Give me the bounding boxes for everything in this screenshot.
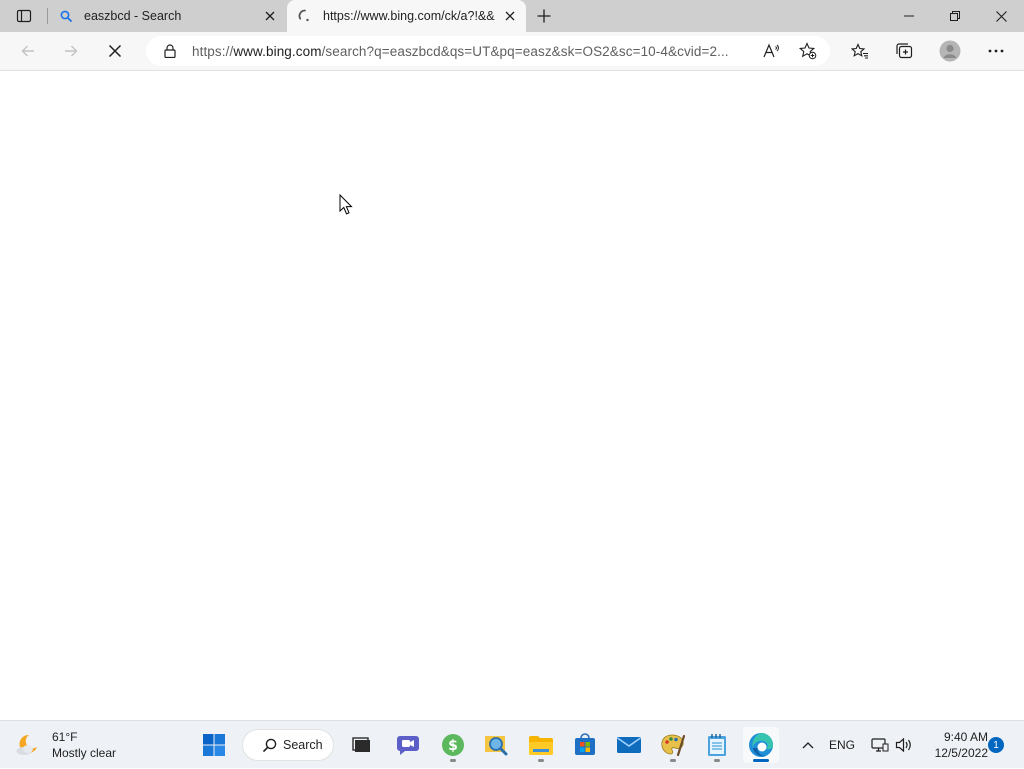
back-button[interactable]	[12, 36, 44, 66]
back-icon	[21, 45, 34, 57]
input-language-button[interactable]: ENG	[826, 721, 858, 769]
restore-button[interactable]	[932, 0, 978, 32]
start-icon	[203, 734, 225, 756]
money-app-button[interactable]: $	[435, 727, 471, 763]
plus-icon	[537, 9, 551, 23]
moon-cloud-icon	[16, 734, 37, 755]
lock-icon[interactable]	[162, 43, 178, 59]
more-button[interactable]	[980, 36, 1012, 66]
taskbar: 61°F Mostly clear Search $ ENG 9:40 AM 1…	[0, 720, 1024, 768]
network-icon	[871, 738, 889, 752]
more-icon	[988, 49, 1004, 53]
magnifier-icon	[485, 736, 508, 756]
profile-button[interactable]	[934, 36, 966, 66]
minimize-button[interactable]	[886, 0, 932, 32]
show-hidden-icons-button[interactable]	[796, 721, 820, 769]
tab-close-button[interactable]	[258, 4, 282, 28]
taskbar-search-button[interactable]: Search	[242, 729, 334, 761]
forward-icon	[65, 45, 78, 57]
page-content[interactable]	[0, 71, 1024, 720]
url-prefix: https://	[192, 43, 234, 59]
tab-title: easzbcd - Search	[84, 9, 182, 23]
speaker-icon	[895, 737, 911, 753]
edge-icon	[749, 733, 773, 757]
tab-search[interactable]: easzbcd - Search	[48, 0, 286, 32]
loading-spinner-icon	[297, 8, 313, 24]
money-icon: $	[442, 734, 464, 756]
search-icon	[263, 738, 277, 752]
store-button[interactable]	[567, 727, 603, 763]
restore-icon	[950, 11, 960, 21]
teams-chat-icon	[397, 736, 419, 755]
add-favorite-button[interactable]	[796, 39, 820, 63]
edge-taskbar-button[interactable]	[743, 727, 779, 763]
favorites-button[interactable]	[844, 36, 876, 66]
running-indicator	[714, 759, 720, 762]
stop-icon	[108, 44, 122, 58]
notepad-button[interactable]	[699, 727, 735, 763]
notepad-icon	[708, 734, 726, 756]
paint-icon	[661, 734, 686, 757]
tab-bing-redirect[interactable]: https://www.bing.com/ck/a?!&&	[287, 0, 526, 32]
file-explorer-button[interactable]	[523, 727, 559, 763]
store-icon	[575, 733, 595, 755]
teams-chat-button[interactable]	[390, 727, 426, 763]
mail-button[interactable]	[611, 727, 647, 763]
tab-actions-button[interactable]	[8, 4, 40, 28]
chevron-up-icon	[802, 742, 814, 749]
tab-strip: easzbcd - Search https://www.bing.com/ck…	[0, 0, 1024, 32]
volume-button[interactable]	[892, 721, 916, 769]
close-icon	[505, 11, 515, 21]
network-button[interactable]	[868, 721, 892, 769]
close-icon	[265, 11, 275, 21]
weather-temperature: 61°F	[52, 730, 78, 744]
weather-condition: Mostly clear	[52, 746, 117, 760]
profile-avatar-icon	[939, 40, 961, 62]
favorites-icon	[851, 43, 868, 59]
file-explorer-icon	[529, 736, 553, 755]
tab-actions-icon	[16, 9, 32, 23]
task-view-icon	[352, 737, 370, 752]
close-window-button[interactable]	[978, 0, 1024, 32]
magnifier-app-button[interactable]	[479, 727, 515, 763]
running-indicator	[450, 759, 456, 762]
read-aloud-button[interactable]	[760, 39, 784, 63]
url-host: www.bing.com	[233, 43, 322, 59]
collections-icon	[896, 43, 913, 59]
svg-text:$: $	[448, 738, 458, 754]
address-bar[interactable]: https://www.bing.com/search?q=easzbcd&qs…	[146, 36, 830, 66]
add-favorite-icon	[799, 42, 817, 60]
weather-widget[interactable]: 61°F Mostly clear	[14, 729, 116, 761]
paint-button[interactable]	[655, 727, 691, 763]
browser-toolbar: https://www.bing.com/search?q=easzbcd&qs…	[0, 32, 1024, 71]
minimize-icon	[904, 15, 914, 17]
forward-button[interactable]	[55, 36, 87, 66]
clock-date: 12/5/2022	[934, 746, 988, 760]
running-indicator	[670, 759, 676, 762]
mouse-cursor-icon	[339, 193, 353, 221]
collections-button[interactable]	[888, 36, 920, 66]
url-path: /search?q=easzbcd&qs=UT&pq=easz&sk=OS2&s…	[321, 43, 729, 59]
clock-time: 9:40 AM	[943, 730, 988, 744]
running-indicator	[538, 759, 544, 762]
new-tab-button[interactable]	[532, 4, 556, 28]
tab-title: https://www.bing.com/ck/a?!&&	[323, 9, 495, 23]
search-icon	[58, 8, 74, 24]
active-indicator	[753, 759, 769, 762]
mail-icon	[617, 737, 641, 753]
tab-close-button[interactable]	[498, 4, 522, 28]
start-button[interactable]	[196, 727, 232, 763]
language-label: ENG	[828, 738, 855, 752]
task-view-button[interactable]	[344, 727, 380, 763]
taskbar-search-label: Search	[283, 738, 323, 752]
read-aloud-icon	[763, 43, 779, 58]
stop-loading-button[interactable]	[99, 36, 131, 66]
clock[interactable]: 9:40 AM 12/5/2022	[918, 729, 988, 761]
url-text[interactable]: https://www.bing.com/search?q=easzbcd&qs…	[192, 44, 752, 59]
notification-badge[interactable]: 1	[988, 737, 1004, 753]
close-icon	[995, 10, 1007, 22]
